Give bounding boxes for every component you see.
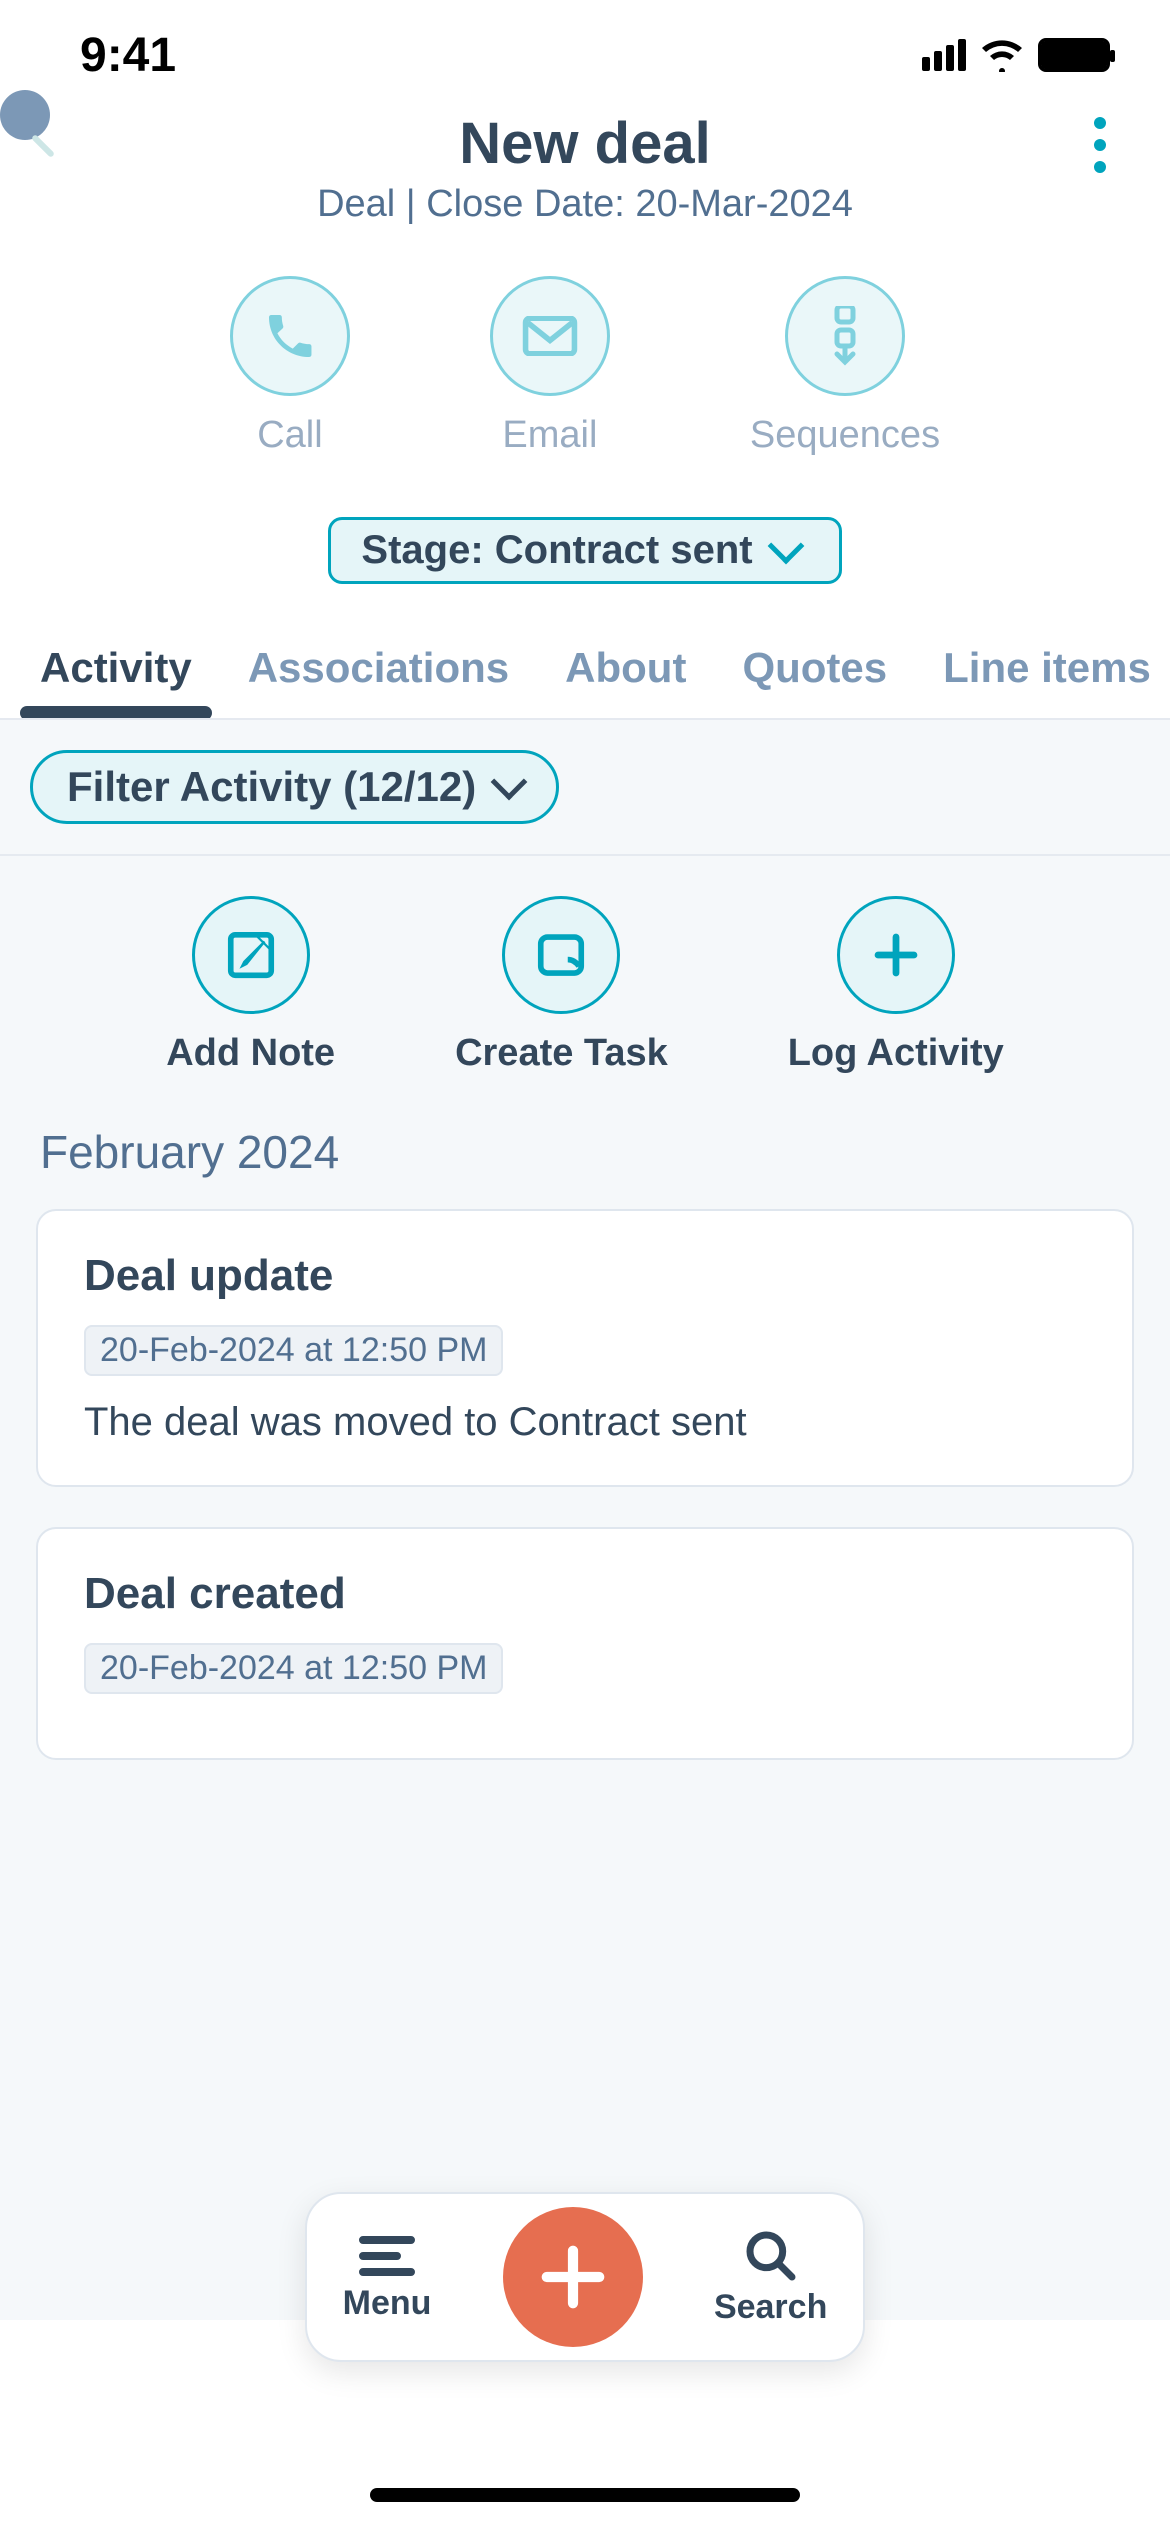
chevron-down-icon: [491, 764, 528, 801]
menu-icon: [357, 2232, 417, 2280]
chevron-down-icon: [767, 527, 804, 564]
tab-line-items[interactable]: Line items: [943, 644, 1151, 718]
sequences-button[interactable]: Sequences: [750, 276, 940, 457]
quick-actions-row: Call Email Sequences: [0, 276, 1170, 457]
more-options-button[interactable]: [1070, 110, 1130, 180]
deal-header: New deal Deal | Close Date: 20-Mar-2024: [0, 110, 1170, 226]
add-note-button[interactable]: Add Note: [166, 896, 335, 1075]
card-timestamp: 20-Feb-2024 at 12:50 PM: [84, 1325, 503, 1376]
tab-quotes[interactable]: Quotes: [742, 644, 887, 718]
card-title: Deal update: [84, 1251, 1086, 1301]
tab-activity[interactable]: Activity: [40, 644, 192, 718]
cellular-icon: [922, 39, 966, 71]
search-label: Search: [714, 2288, 827, 2327]
battery-icon: [1038, 38, 1110, 72]
activity-actions-row: Add Note Create Task Log Activity: [0, 856, 1170, 1105]
card-title: Deal created: [84, 1569, 1086, 1619]
sequences-icon: [785, 276, 905, 396]
deal-subtitle: Deal | Close Date: 20-Mar-2024: [40, 183, 1130, 226]
status-time: 9:41: [80, 28, 176, 83]
filter-activity-button[interactable]: Filter Activity (12/12): [30, 750, 559, 824]
home-indicator: [370, 2488, 800, 2502]
card-timestamp: 20-Feb-2024 at 12:50 PM: [84, 1643, 503, 1694]
activity-card[interactable]: Deal created 20-Feb-2024 at 12:50 PM: [36, 1527, 1134, 1760]
month-heading: February 2024: [0, 1105, 1170, 1209]
status-icons: [922, 38, 1110, 72]
tabs-bar: Activity Associations About Quotes Line …: [0, 614, 1170, 720]
log-activity-button[interactable]: Log Activity: [788, 896, 1004, 1075]
search-button[interactable]: Search: [714, 2228, 827, 2327]
menu-button[interactable]: Menu: [343, 2232, 432, 2323]
add-note-label: Add Note: [166, 1032, 335, 1075]
plus-icon: [538, 2242, 608, 2312]
bottom-bar: Menu Search: [305, 2192, 865, 2362]
status-bar: 9:41: [0, 0, 1170, 110]
phone-icon: [230, 276, 350, 396]
email-button[interactable]: Email: [490, 276, 610, 457]
stage-selector[interactable]: Stage: Contract sent: [328, 517, 841, 584]
log-activity-label: Log Activity: [788, 1032, 1004, 1075]
email-label: Email: [502, 414, 597, 457]
tab-associations[interactable]: Associations: [248, 644, 509, 718]
activity-card[interactable]: Deal update 20-Feb-2024 at 12:50 PM The …: [36, 1209, 1134, 1487]
note-icon: [192, 896, 310, 1014]
card-body: The deal was moved to Contract sent: [84, 1400, 1086, 1445]
search-icon[interactable]: [0, 90, 70, 160]
create-task-label: Create Task: [455, 1032, 668, 1075]
stage-label: Stage: Contract sent: [361, 528, 752, 573]
search-icon: [743, 2228, 799, 2284]
add-fab-button[interactable]: [503, 2207, 643, 2347]
tab-about[interactable]: About: [565, 644, 686, 718]
task-icon: [502, 896, 620, 1014]
call-label: Call: [257, 414, 322, 457]
menu-label: Menu: [343, 2284, 432, 2323]
wifi-icon: [980, 38, 1024, 72]
call-button[interactable]: Call: [230, 276, 350, 457]
sequences-label: Sequences: [750, 414, 940, 457]
page-title: New deal: [40, 110, 1130, 177]
create-task-button[interactable]: Create Task: [455, 896, 668, 1075]
email-icon: [490, 276, 610, 396]
plus-icon: [837, 896, 955, 1014]
filter-label: Filter Activity (12/12): [67, 763, 476, 811]
